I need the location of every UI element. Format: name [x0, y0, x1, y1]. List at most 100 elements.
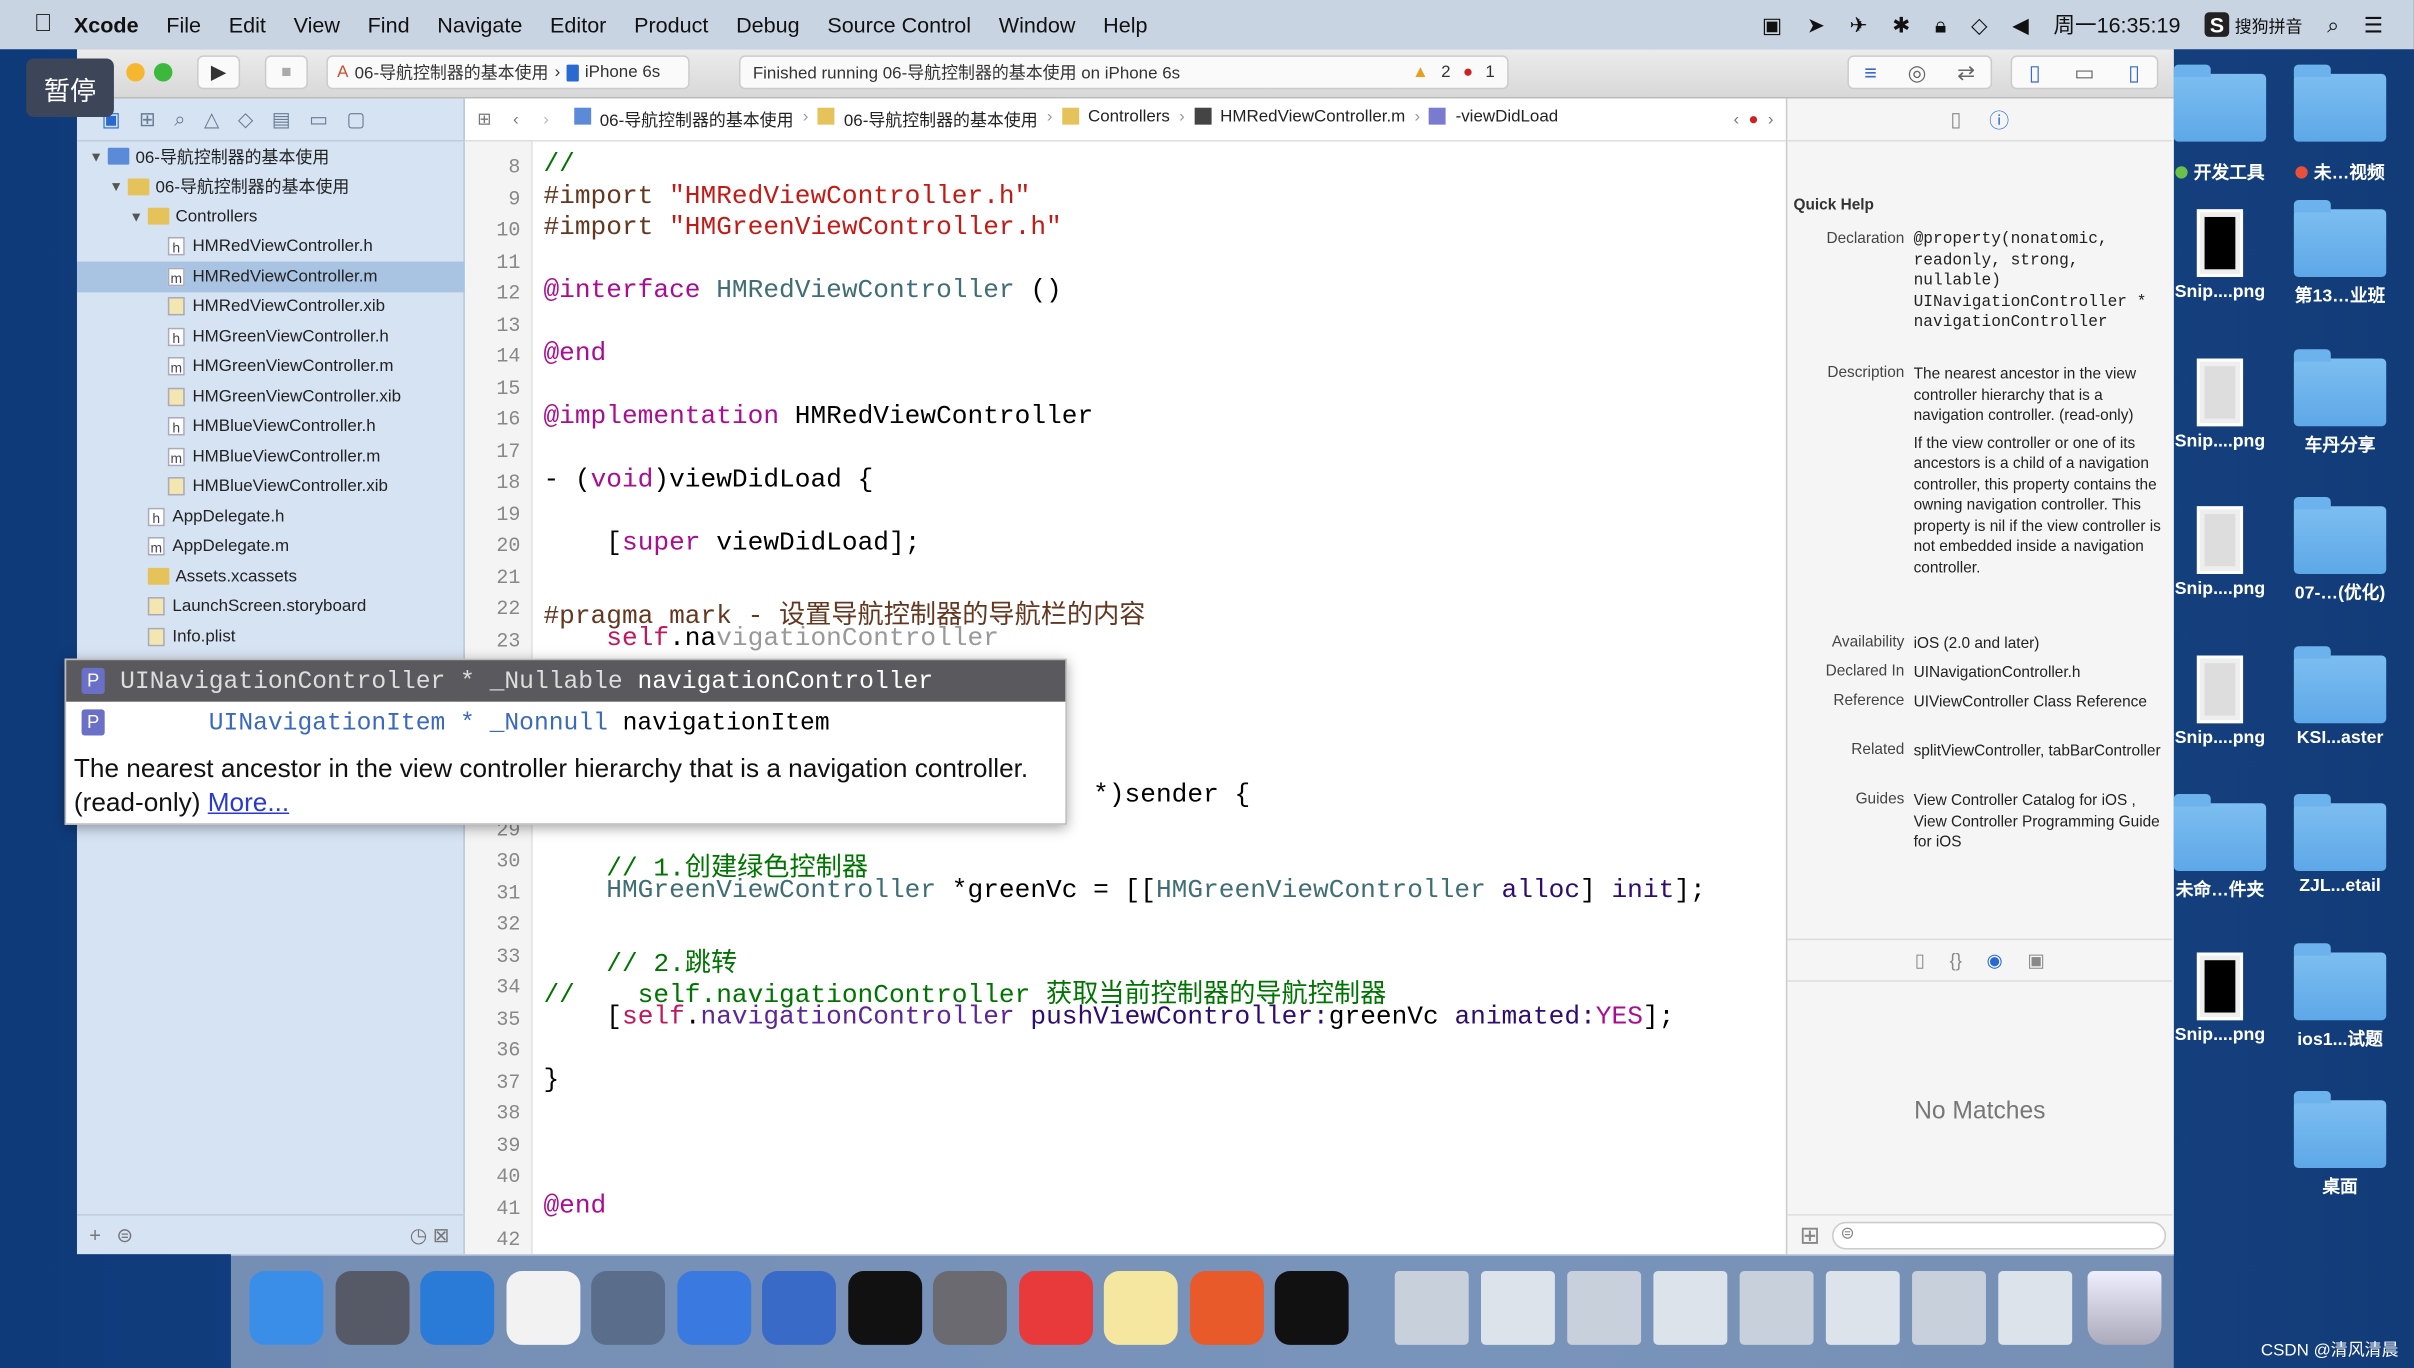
code-line[interactable]: #import "HMGreenViewController.h" [543, 214, 1061, 243]
code-line[interactable]: @implementation HMRedViewController [543, 403, 1093, 432]
menu-editor[interactable]: Editor [550, 12, 606, 37]
dock-system-preferences-icon[interactable] [932, 1271, 1007, 1345]
navigator-item[interactable]: ▼ 06-导航控制器的基本使用 [77, 142, 465, 172]
run-button[interactable]: ▶ [197, 55, 241, 90]
desktop-item[interactable]: Snip....png [2160, 951, 2280, 1044]
desktop-item[interactable]: Snip....png [2160, 357, 2280, 450]
version-editor-icon[interactable]: ⇄ [1957, 59, 1975, 85]
desktop-item[interactable]: 第13…业班 [2280, 200, 2400, 307]
debug-navigator-icon[interactable]: ▤ [272, 107, 291, 132]
jump-bar-crumb[interactable]: HMRedViewController.m [1220, 107, 1405, 132]
wifi-icon[interactable]: ◇ [1971, 12, 1988, 38]
dock-document-thumbnail-icon[interactable] [1825, 1271, 1900, 1345]
navigator-item[interactable]: Assets.xcassets [77, 562, 465, 592]
error-icon[interactable]: ● [1463, 63, 1473, 81]
code-line[interactable]: HMGreenViewController *greenVc = [[HMGre… [543, 876, 1705, 905]
file-inspector-icon[interactable]: ▯ [1950, 107, 1961, 132]
menu-source-control[interactable]: Source Control [827, 12, 971, 37]
location-icon[interactable]: ➤ [1807, 12, 1825, 38]
dock-xcode-icon[interactable] [676, 1271, 751, 1345]
dock-document-thumbnail-icon[interactable] [1912, 1271, 1986, 1345]
desktop-item[interactable]: 未命…件夹 [2160, 794, 2280, 901]
spotlight-icon[interactable]: ⌕ [2327, 12, 2339, 38]
volume-icon[interactable]: ◀ [2012, 12, 2029, 38]
navigator-item[interactable]: HMGreenViewController.xib [77, 382, 465, 412]
navigator-item[interactable]: HMBlueViewController.xib [77, 472, 465, 502]
library-filter-input[interactable]: ⊜ [1832, 1221, 2167, 1249]
quick-help-value[interactable]: UINavigationController.h [1914, 663, 2166, 684]
previous-issue-button[interactable]: ‹ [1733, 110, 1739, 128]
issue-navigator-icon[interactable]: △ [204, 107, 219, 132]
dock-finder-icon[interactable] [249, 1271, 324, 1345]
menu-edit[interactable]: Edit [229, 12, 266, 37]
dock-console-icon[interactable] [1274, 1271, 1349, 1345]
code-line[interactable]: self.navigationController [543, 624, 999, 653]
code-line[interactable]: @end [543, 1192, 606, 1221]
apple-icon[interactable]:  [34, 11, 52, 39]
test-navigator-icon[interactable]: ◇ [238, 107, 253, 132]
dock-powerpoint-icon[interactable] [1189, 1271, 1264, 1345]
jump-bar-crumb[interactable]: 06-导航控制器的基本使用 [600, 107, 794, 132]
error-issue-icon[interactable]: ● [1748, 110, 1758, 128]
desktop-item[interactable]: Snip....png [2160, 506, 2280, 599]
breakpoint-navigator-icon[interactable]: ▭ [309, 107, 328, 132]
scheme-selector[interactable]: A 06-导航控制器的基本使用 › iPhone 6s [326, 55, 690, 90]
menu-find[interactable]: Find [368, 12, 410, 37]
jump-bar-crumb[interactable]: -viewDidLoad [1456, 107, 1559, 132]
quick-help-icon[interactable]: ⓘ [1989, 105, 2009, 134]
code-line[interactable]: - (void)viewDidLoad { [543, 466, 873, 495]
dock-terminal-icon[interactable] [847, 1271, 922, 1345]
navigator-item[interactable]: h HMBlueViewController.h [77, 412, 465, 442]
navigator-item[interactable]: LaunchScreen.storyboard [77, 592, 465, 622]
find-navigator-icon[interactable]: ⌕ [174, 107, 185, 132]
dock-safari-icon[interactable] [420, 1271, 495, 1345]
warning-count[interactable]: 2 [1441, 63, 1450, 81]
code-line[interactable]: @end [543, 340, 606, 369]
dock-trash-icon[interactable] [2087, 1271, 2162, 1345]
dock-document-thumbnail-icon[interactable] [1394, 1271, 1469, 1345]
dock-document-thumbnail-icon[interactable] [1653, 1271, 1728, 1345]
dock-xmind-icon[interactable] [1018, 1271, 1093, 1345]
debug-area-toggle-icon[interactable]: ▭ [2074, 59, 2094, 85]
grid-view-icon[interactable]: ⊞ [1800, 1219, 1821, 1250]
add-icon[interactable]: + [89, 1223, 101, 1246]
filter-icon[interactable]: ⊜ [116, 1223, 133, 1248]
file-template-library-icon[interactable]: ▯ [1915, 949, 1925, 971]
desktop-item[interactable] [2280, 64, 2400, 148]
stop-button[interactable]: ■ [264, 55, 308, 90]
completion-item[interactable]: P UINavigationItem * _Nonnull navigation… [66, 702, 1065, 744]
quick-help-value[interactable]: View Controller Catalog for iOS , View C… [1914, 791, 2166, 853]
notification-center-icon[interactable]: ☰ [2364, 12, 2383, 38]
object-library-icon[interactable]: ◉ [1987, 949, 2003, 971]
recent-files-icon[interactable]: ◷ ⊠ [410, 1223, 450, 1248]
zoom-button[interactable] [153, 63, 173, 82]
navigator-item[interactable]: h HMRedViewController.h [77, 232, 465, 262]
assistant-editor-icon[interactable]: ◎ [1908, 59, 1927, 85]
desktop-item[interactable]: ZJL...etail [2280, 794, 2400, 896]
code-line[interactable]: #import "HMRedViewController.h" [543, 182, 1030, 211]
desktop-item[interactable]: ios1...试题 [2280, 942, 2400, 1050]
airplane-icon[interactable]: ✈ [1850, 12, 1868, 38]
dock-document-thumbnail-icon[interactable] [1998, 1271, 2073, 1345]
desktop-item[interactable]: Snip....png [2160, 209, 2280, 302]
warning-icon[interactable]: ▲ [1412, 63, 1429, 81]
quick-help-value[interactable]: UIViewController Class Reference [1914, 692, 2166, 713]
more-link[interactable]: More... [208, 788, 289, 817]
disclosure-triangle-icon[interactable]: ▼ [129, 209, 147, 224]
desktop-item-label[interactable]: 开发工具 [2160, 160, 2280, 185]
navigator-item[interactable]: h HMGreenViewController.h [77, 322, 465, 352]
desktop-item[interactable]: 07-…(优化) [2280, 497, 2400, 604]
disclosure-triangle-icon[interactable]: ▼ [109, 179, 127, 194]
navigator-item[interactable]: Info.plist [77, 622, 465, 652]
navigator-item[interactable]: m AppDelegate.m [77, 532, 465, 562]
desktop-item[interactable]: KSI...aster [2280, 645, 2400, 747]
menu-view[interactable]: View [294, 12, 340, 37]
code-line[interactable]: [self.navigationController pushViewContr… [543, 1003, 1674, 1032]
menu-debug[interactable]: Debug [736, 12, 800, 37]
bluetooth-icon[interactable]: ✱ [1892, 12, 1910, 38]
code-snippet-library-icon[interactable]: {} [1950, 949, 1962, 971]
symbol-navigator-icon[interactable]: ⊞ [139, 107, 156, 132]
desktop-item[interactable]: 桌面 [2280, 1091, 2400, 1198]
minimize-button[interactable] [126, 63, 145, 82]
dock-photo-slideshow-icon[interactable] [591, 1271, 666, 1345]
